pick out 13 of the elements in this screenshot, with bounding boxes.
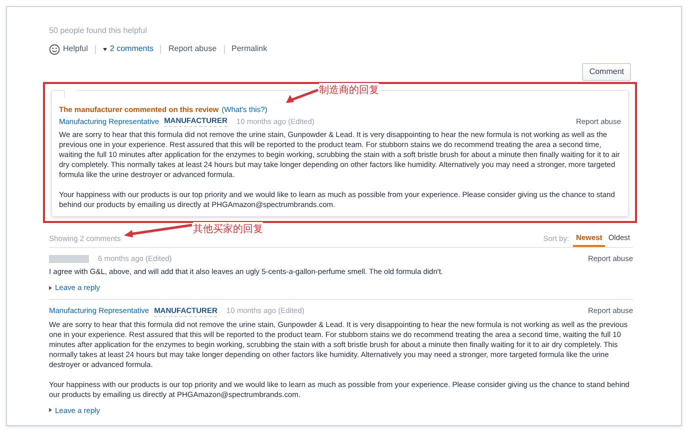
arrow	[285, 89, 319, 105]
action-link[interactable]: Permalink	[232, 43, 268, 55]
comment-button[interactable]: Comment	[582, 63, 631, 81]
helpful-button[interactable]: Helpful	[49, 43, 88, 55]
smiley-icon	[49, 44, 60, 54]
action-link[interactable]: Report abuse	[168, 43, 217, 55]
caret-icon	[102, 48, 107, 50]
helpful-count: 50 people found this helpful	[49, 25, 148, 37]
comments-toggle[interactable]: 2 comments	[102, 43, 154, 55]
caret-icon	[49, 286, 52, 290]
caret-icon	[49, 408, 52, 412]
redacted-name	[49, 254, 89, 263]
annotation-label: 其他买家的回复	[193, 222, 263, 237]
